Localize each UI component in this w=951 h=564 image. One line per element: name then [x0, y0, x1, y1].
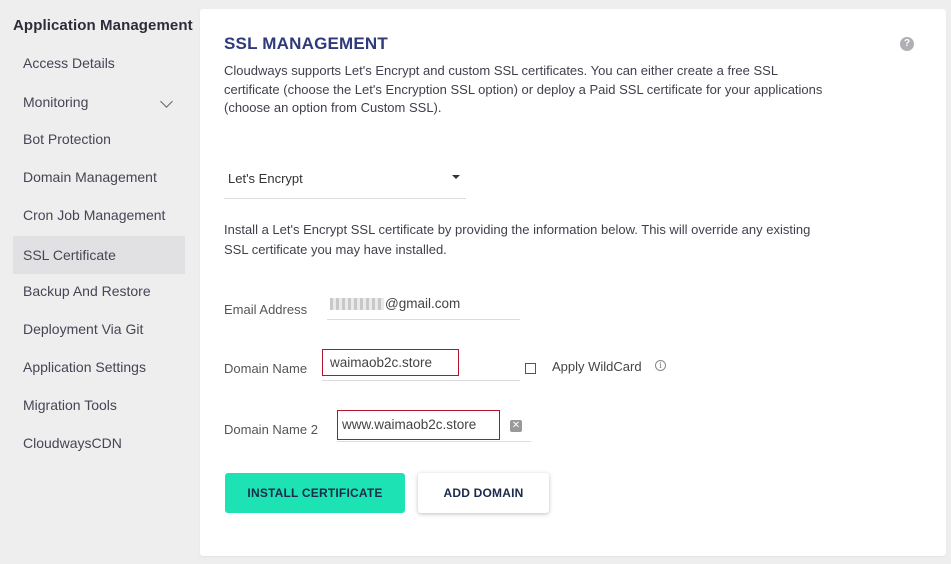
ssl-info-text: Install a Let's Encrypt SSL certificate …	[224, 222, 811, 257]
domain-name-2-value: www.waimaob2c.store	[342, 417, 477, 432]
redacted-text	[330, 298, 384, 311]
sidebar-item-label: SSL Certificate	[23, 247, 116, 263]
install-certificate-button[interactable]: INSTALL CERTIFICATE	[225, 473, 405, 513]
ssl-provider-select[interactable]: Let's Encrypt	[224, 163, 466, 199]
domain-name-value: waimaob2c.store	[330, 355, 433, 370]
domain-name-2-field[interactable]: www.waimaob2c.store	[337, 410, 531, 442]
sidebar-item-label: Migration Tools	[23, 397, 117, 413]
email-field[interactable]: @gmail.com	[327, 290, 520, 320]
sidebar-item-label: Application Settings	[23, 359, 146, 375]
email-label: Email Address	[224, 302, 308, 317]
sidebar-item-label: Domain Management	[23, 169, 157, 185]
sidebar: Application Management Access Details Mo…	[0, 0, 195, 564]
sidebar-item-label: Monitoring	[23, 94, 89, 110]
sidebar-item-monitoring[interactable]: Monitoring	[13, 83, 185, 121]
help-icon[interactable]: ?	[900, 37, 914, 51]
sidebar-item-cron-job-management[interactable]: Cron Job Management	[13, 196, 185, 234]
sidebar-item-migration-tools[interactable]: Migration Tools	[13, 386, 185, 424]
domain-name-2-label: Domain Name 2	[224, 422, 318, 437]
sidebar-item-label: Deployment Via Git	[23, 321, 144, 337]
sidebar-item-backup-and-restore[interactable]: Backup And Restore	[13, 272, 185, 310]
add-domain-button[interactable]: ADD DOMAIN	[418, 473, 549, 513]
sidebar-item-application-settings[interactable]: Application Settings	[13, 348, 185, 386]
ssl-description: Cloudways supports Let's Encrypt and cus…	[224, 63, 823, 115]
sidebar-item-bot-protection[interactable]: Bot Protection	[13, 120, 185, 158]
chevron-down-icon	[160, 95, 173, 108]
wildcard-checkbox[interactable]	[525, 363, 536, 374]
sidebar-item-domain-management[interactable]: Domain Management	[13, 158, 185, 196]
email-field-value: @gmail.com	[330, 296, 460, 311]
domain-name-field[interactable]: waimaob2c.store	[322, 349, 520, 381]
ssl-management-card: SSL MANAGEMENT ? Cloudways supports Let'…	[200, 9, 946, 556]
page-title: SSL MANAGEMENT	[224, 34, 388, 53]
domain-name-label: Domain Name	[224, 361, 308, 376]
remove-domain-icon[interactable]: ✕	[510, 420, 522, 432]
ssl-provider-value: Let's Encrypt	[228, 171, 303, 186]
info-icon[interactable]: i	[655, 360, 666, 371]
email-domain-text: @gmail.com	[385, 296, 461, 311]
sidebar-item-label: CloudwaysCDN	[23, 435, 122, 451]
sidebar-item-ssl-certificate[interactable]: SSL Certificate	[13, 236, 185, 274]
caret-down-icon	[452, 175, 460, 179]
sidebar-item-label: Access Details	[23, 55, 115, 71]
sidebar-item-label: Bot Protection	[23, 131, 111, 147]
sidebar-item-label: Cron Job Management	[23, 207, 166, 223]
wildcard-label: Apply WildCard	[552, 359, 642, 374]
sidebar-item-access-details[interactable]: Access Details	[13, 44, 185, 82]
sidebar-item-cloudwayscdn[interactable]: CloudwaysCDN	[13, 424, 185, 462]
sidebar-title: Application Management	[13, 17, 193, 34]
sidebar-item-deployment-via-git[interactable]: Deployment Via Git	[13, 310, 185, 348]
sidebar-item-label: Backup And Restore	[23, 283, 151, 299]
